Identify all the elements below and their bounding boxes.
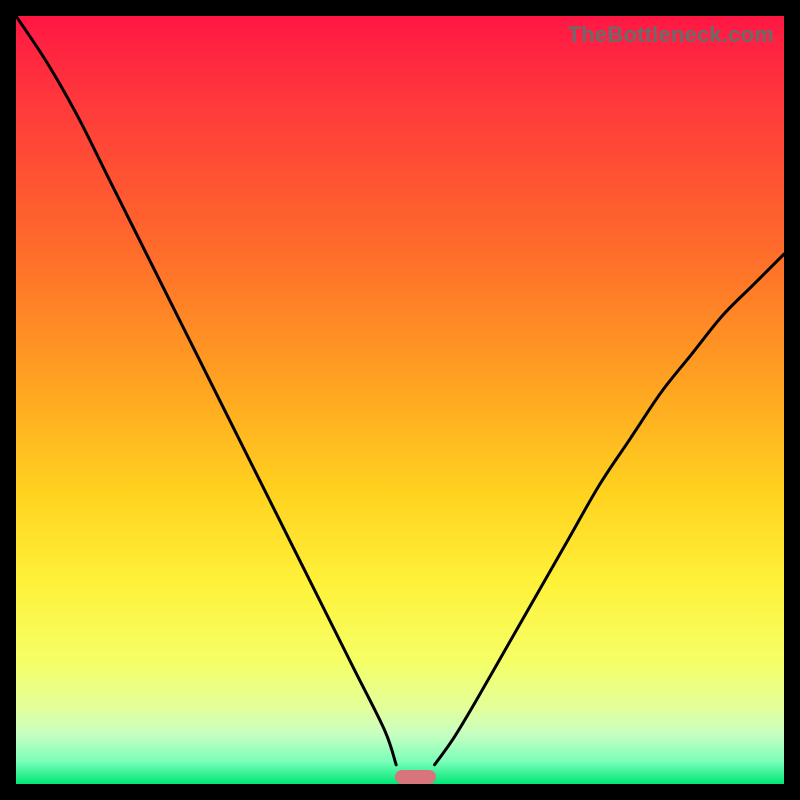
chart-frame: TheBottleneck.com (0, 0, 800, 800)
plot-area: TheBottleneck.com (16, 16, 784, 784)
plot-svg (16, 16, 784, 784)
heat-gradient-background (16, 16, 784, 784)
optimum-marker (395, 770, 436, 784)
watermark-text: TheBottleneck.com (568, 22, 774, 48)
